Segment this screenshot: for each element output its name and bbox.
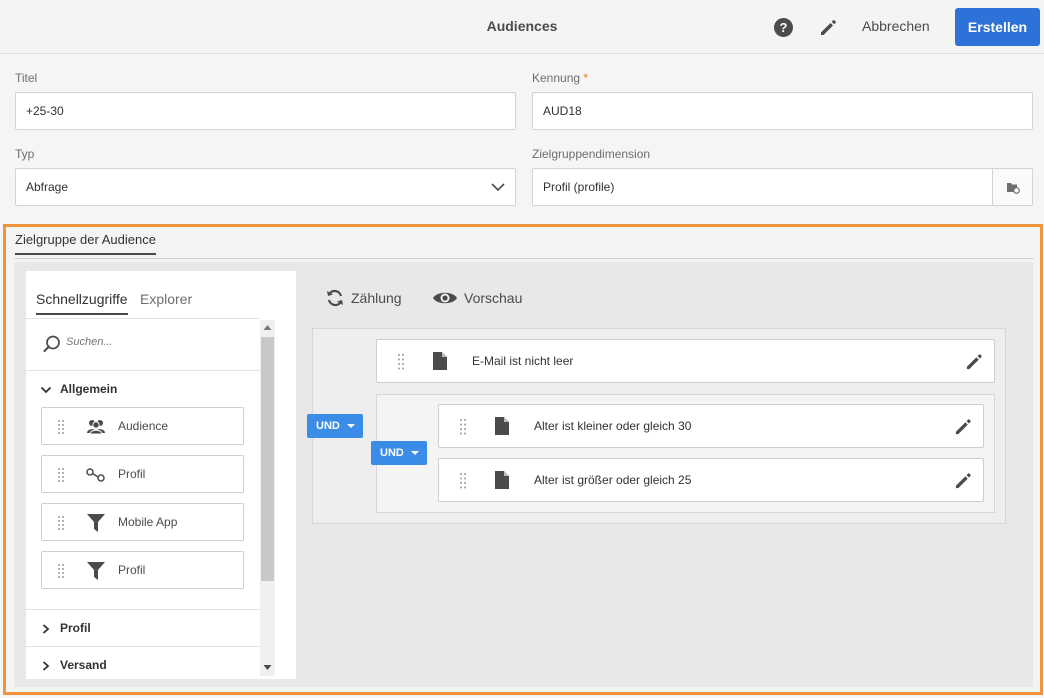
drag-handle-icon [460, 419, 466, 435]
count-label: Zählung [351, 290, 402, 306]
folder-settings-icon [1007, 183, 1020, 194]
query-rule[interactable]: E-Mail ist nicht leer [376, 339, 995, 383]
required-marker: * [583, 71, 589, 85]
top-bar: Audiences ? Abbrechen Erstellen [0, 0, 1044, 54]
type-label: Typ [15, 147, 34, 161]
id-input[interactable]: AUD18 [532, 92, 1033, 130]
palette-item-label: Profil [118, 467, 146, 481]
scroll-down-arrow-icon[interactable] [263, 664, 272, 671]
create-button[interactable]: Erstellen [955, 8, 1040, 46]
drag-handle-icon [58, 564, 64, 578]
help-button[interactable]: ? [774, 18, 793, 37]
palette-item-label: Audience [118, 419, 169, 433]
and-operator-outer[interactable]: UND [307, 414, 363, 438]
divider [26, 646, 260, 647]
group-general-label: Allgemein [60, 382, 118, 396]
rule-label: Alter ist kleiner oder gleich 30 [534, 419, 692, 433]
caret-down-icon [411, 451, 419, 455]
edit-pencil-icon[interactable] [954, 417, 973, 436]
id-label-text: Kennung [532, 71, 581, 85]
cancel-button[interactable]: Abbrechen [862, 18, 930, 34]
drag-handle-icon [58, 468, 64, 482]
rule-label: E-Mail ist nicht leer [472, 354, 574, 368]
tab-audience-target[interactable]: Zielgruppe der Audience [15, 232, 156, 255]
filter-icon [87, 562, 105, 580]
audience-icon [87, 420, 105, 435]
drag-handle-icon [460, 473, 466, 489]
filter-icon [87, 514, 105, 532]
palette-item-mobile-app[interactable]: Mobile App [41, 503, 244, 541]
palette-item-audience[interactable]: Audience [41, 407, 244, 445]
title-label: Titel [15, 71, 37, 85]
count-button[interactable]: Zählung [325, 288, 402, 308]
palette-item-profile-relation[interactable]: Profil [41, 455, 244, 493]
palette-search-input[interactable] [66, 336, 246, 348]
rule-label: Alter ist größer oder gleich 25 [534, 473, 692, 487]
drag-handle-icon [58, 516, 64, 530]
preview-label: Vorschau [464, 290, 523, 306]
query-rule[interactable]: Alter ist größer oder gleich 25 [438, 458, 984, 502]
operator-label: UND [380, 447, 404, 459]
edit-pencil-icon[interactable] [954, 471, 973, 490]
group-profile-header[interactable]: Profil [40, 621, 91, 635]
document-icon [495, 471, 509, 489]
drag-handle-icon [398, 354, 404, 370]
group-delivery-header[interactable]: Versand [40, 658, 107, 672]
dimension-label-text: Zielgruppendimension [532, 147, 651, 161]
operator-label: UND [316, 420, 340, 432]
divider [26, 370, 260, 371]
chevron-down-icon [491, 183, 505, 192]
chevron-right-icon [42, 661, 50, 671]
document-icon [495, 417, 509, 435]
search-icon [43, 335, 60, 352]
divider [26, 609, 260, 610]
group-delivery-label: Versand [60, 658, 107, 672]
tab-explorer[interactable]: Explorer [140, 291, 192, 307]
tab-quick-access[interactable]: Schnellzugriffe [36, 291, 128, 315]
edit-pencil-icon[interactable] [965, 352, 984, 371]
palette-item-profile-filter[interactable]: Profil [41, 551, 244, 589]
document-icon [433, 352, 447, 370]
refresh-icon [327, 289, 343, 307]
palette-item-label: Mobile App [118, 515, 178, 529]
pencil-icon[interactable] [818, 17, 838, 37]
chevron-right-icon [42, 624, 50, 634]
type-select-value: Abfrage [26, 180, 69, 194]
query-rule[interactable]: Alter ist kleiner oder gleich 30 [438, 404, 984, 448]
dimension-picker-button[interactable] [992, 168, 1033, 206]
chevron-down-icon [40, 386, 52, 394]
divider [26, 318, 260, 319]
scroll-up-arrow-icon[interactable] [263, 324, 272, 331]
palette-item-label: Profil [118, 563, 146, 577]
and-operator-inner[interactable]: UND [371, 441, 427, 465]
drag-handle-icon [58, 420, 64, 434]
title-input[interactable]: +25-30 [15, 92, 516, 130]
dimension-label: Zielgruppendimension [532, 147, 650, 161]
id-label: Kennung * [532, 71, 588, 85]
dimension-input[interactable]: Profil (profile) [532, 168, 993, 206]
preview-button[interactable]: Vorschau [432, 288, 522, 308]
tab-divider [15, 258, 1034, 259]
scrollbar-thumb[interactable] [261, 337, 274, 581]
group-general-header[interactable]: Allgemein [40, 382, 117, 396]
title-label-text: Titel [15, 71, 38, 85]
eye-icon [433, 292, 457, 304]
relation-icon [86, 468, 105, 482]
caret-down-icon [347, 424, 355, 428]
type-label-text: Typ [15, 147, 35, 161]
type-select[interactable]: Abfrage [15, 168, 516, 206]
group-profile-label: Profil [60, 621, 91, 635]
